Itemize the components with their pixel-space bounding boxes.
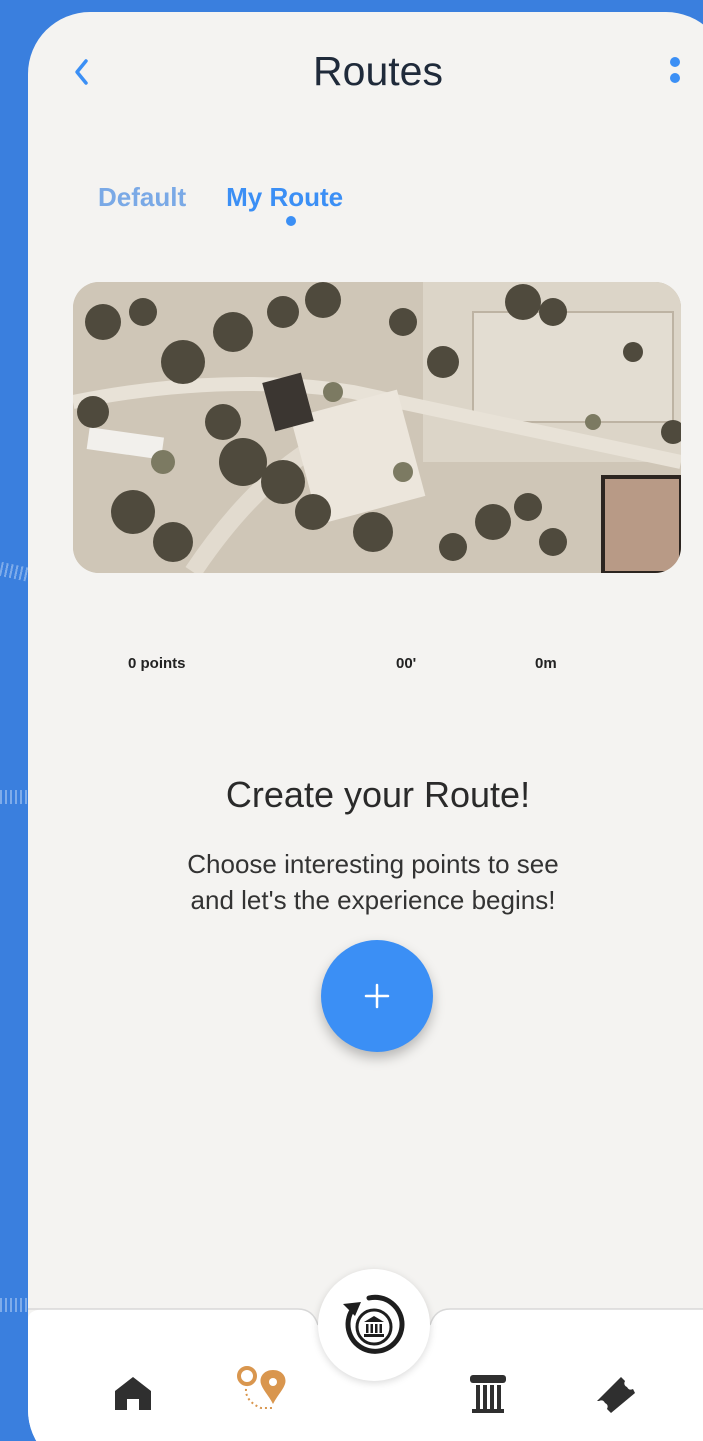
route-map[interactable] <box>73 282 681 573</box>
plus-icon <box>364 983 390 1009</box>
cta-heading: Create your Route! <box>225 774 531 815</box>
nav-museum-history[interactable] <box>318 1269 430 1381</box>
nav-routes[interactable] <box>233 1359 293 1419</box>
route-stats: 0 points 00' 0m <box>28 655 703 679</box>
points-count: 0 points <box>128 655 186 672</box>
cta-subtitle-line: Choose interesting points to see <box>187 849 559 879</box>
nav-tickets[interactable] <box>585 1363 645 1423</box>
header: Routes <box>28 12 703 142</box>
ticket-icon <box>597 1377 635 1413</box>
duration-value: 00' <box>396 655 417 672</box>
route-icon <box>237 1366 286 1409</box>
cta-subtitle: Choose interesting points to see and let… <box>123 846 623 918</box>
active-tab-indicator <box>286 216 297 226</box>
home-icon <box>115 1377 151 1410</box>
phone-screen: Routes Default My Route 0 points 00' 0m … <box>28 12 703 1441</box>
distance-value: 0m <box>535 655 557 672</box>
museum-history-icon <box>343 1294 405 1354</box>
nav-home[interactable] <box>103 1363 163 1423</box>
dot <box>670 57 680 67</box>
more-options-button[interactable] <box>664 54 686 94</box>
column-icon <box>470 1375 506 1413</box>
satellite-map-image <box>73 282 681 573</box>
tab-label: My Route <box>226 182 344 212</box>
page-title: Routes <box>313 48 443 94</box>
tab-my-route[interactable]: My Route <box>226 182 343 232</box>
add-point-button[interactable] <box>321 940 433 1052</box>
nav-columns[interactable] <box>458 1363 518 1423</box>
tab-default[interactable]: Default <box>98 182 186 232</box>
cta-subtitle-line: and let's the experience begins! <box>190 885 556 915</box>
dot <box>670 73 680 83</box>
tab-bar: Default My Route <box>98 182 343 232</box>
